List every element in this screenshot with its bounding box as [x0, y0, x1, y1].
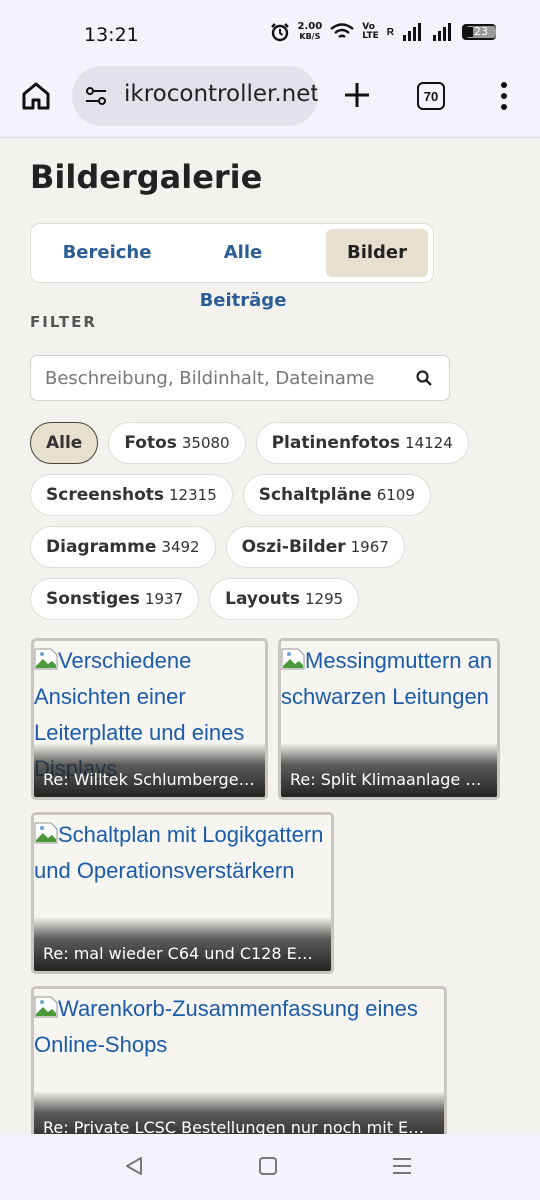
card-caption-text: Re: mal wieder C64 und C128 EX -PROM ...	[43, 944, 321, 963]
recents-lines-icon[interactable]	[390, 1154, 414, 1178]
system-nav-bar	[0, 1134, 540, 1200]
chip-count: 3492	[161, 538, 200, 556]
section-tabs: Bereiche Alle Beiträge Bilder	[30, 223, 434, 311]
chip-label: Platinenfotos	[271, 433, 401, 453]
network-speed-value: 2.00	[297, 21, 323, 32]
battery-level: 23	[466, 26, 496, 38]
image-alt-text: Schaltplan mit Logikgattern und Operatio…	[34, 817, 331, 889]
gallery-card[interactable]: Warenkorb-Zusammenfassung eines Online-S…	[31, 986, 447, 1134]
chip-screenshots[interactable]: Screenshots 12315	[30, 474, 233, 516]
chip-label: Schaltpläne	[258, 485, 372, 505]
battery-icon: 23	[462, 24, 496, 40]
filter-chips: Alle Fotos 35080 Platinenfotos 14124 Scree…	[30, 422, 510, 620]
url-bar[interactable]: ikrocontroller.net	[72, 66, 318, 126]
chip-layouts[interactable]: Layouts 1295	[209, 578, 360, 620]
chip-label: Diagramme	[46, 537, 157, 557]
chip-label: Layouts	[225, 589, 300, 609]
search-field	[30, 355, 450, 401]
card-caption: Re: Willtek Schlumberger Stabilock 4032 …	[34, 743, 265, 797]
chip-oszi-bilder[interactable]: Oszi-Bilder 1967	[225, 526, 405, 568]
chip-alle[interactable]: Alle	[30, 422, 99, 464]
network-speed-unit: KB/S	[299, 32, 321, 41]
signal-icon-2	[433, 23, 451, 41]
card-caption: Re: Split Klimaanlage von ...	[281, 743, 497, 797]
chip-label: Sonstiges	[46, 589, 140, 609]
chip-label: Alle	[46, 433, 83, 453]
broken-image-icon	[34, 822, 58, 844]
card-caption-text: Re: Split Klimaanlage von ...	[290, 770, 487, 789]
page-title: Bildergalerie	[30, 158, 263, 196]
status-icons: 2.00 KB/S Vo LTE R 23	[270, 22, 496, 42]
network-speed: 2.00 KB/S	[298, 22, 323, 42]
card-caption-text: Re: Willtek Schlumberger Stabilock 4032 …	[43, 770, 255, 789]
chip-count: 14124	[405, 434, 453, 452]
broken-image-icon	[281, 648, 305, 670]
chip-label: Screenshots	[46, 485, 165, 505]
browser-toolbar: ikrocontroller.net 70	[0, 66, 540, 138]
image-alt-text: Messingmuttern an schwarzen Leitungen	[281, 643, 497, 715]
filter-heading: FILTER	[30, 313, 97, 331]
image-alt-label: Warenkorb-Zusammenfassung eines Online-S…	[34, 996, 418, 1057]
broken-image-icon	[34, 648, 58, 670]
chip-count: 35080	[181, 434, 230, 452]
chip-platinenfotos[interactable]: Platinenfotos 14124	[255, 422, 469, 464]
chip-schaltplaene[interactable]: Schaltpläne 6109	[242, 474, 431, 516]
search-icon[interactable]	[415, 369, 433, 387]
plus-icon[interactable]	[340, 78, 374, 112]
image-alt-label: Schaltplan mit Logikgattern und Operatio…	[34, 822, 324, 883]
wifi-icon	[330, 23, 354, 38]
home-icon[interactable]	[20, 80, 52, 112]
home-square-icon[interactable]	[256, 1154, 280, 1178]
gallery-card[interactable]: Schaltplan mit Logikgattern und Operatio…	[31, 812, 334, 974]
tab-bereiche[interactable]: Bereiche	[41, 229, 173, 277]
gallery-card[interactable]: Verschiedene Ansichten einer Leiterplatt…	[31, 638, 268, 800]
chip-label: Fotos	[124, 433, 177, 453]
chip-sonstiges[interactable]: Sonstiges 1937	[30, 578, 200, 620]
roaming-indicator: R	[386, 26, 394, 38]
alarm-icon	[270, 23, 289, 42]
card-caption: Re: Private LCSC Bestellungen nur noch m…	[34, 1091, 444, 1134]
more-vert-icon[interactable]	[498, 80, 510, 112]
search-input[interactable]	[45, 356, 405, 400]
tab-alle-beitraege[interactable]: Alle Beiträge	[181, 229, 305, 311]
chip-count: 1295	[305, 590, 344, 608]
gallery-card[interactable]: Messingmuttern an schwarzen Leitungen Re…	[278, 638, 500, 800]
page-content: Bildergalerie Bereiche Alle Beiträge Bil…	[0, 138, 540, 1134]
chip-diagramme[interactable]: Diagramme 3492	[30, 526, 216, 568]
broken-image-icon	[34, 996, 58, 1018]
tune-icon[interactable]	[84, 84, 108, 108]
back-triangle-icon[interactable]	[122, 1154, 146, 1178]
card-caption: Re: mal wieder C64 und C128 EX -PROM ...	[34, 917, 331, 971]
card-caption-text: Re: Private LCSC Bestellungen nur noch m…	[43, 1118, 434, 1134]
url-text: ikrocontroller.net	[124, 81, 318, 107]
chip-count: 1937	[144, 590, 184, 608]
tab-switcher-button[interactable]: 70	[417, 82, 445, 110]
image-alt-text: Warenkorb-Zusammenfassung eines Online-S…	[34, 991, 444, 1063]
chip-fotos[interactable]: Fotos 35080	[108, 422, 246, 464]
status-time: 13:21	[84, 24, 139, 46]
status-bar: 13:21 2.00 KB/S Vo LTE R 23	[0, 0, 540, 66]
chip-count: 6109	[376, 486, 415, 504]
volte-indicator: Vo LTE	[362, 23, 379, 41]
volte-bottom: LTE	[362, 31, 379, 41]
chip-label: Oszi-Bilder	[241, 537, 346, 557]
chip-count: 1967	[350, 538, 389, 556]
tab-bilder[interactable]: Bilder	[326, 229, 428, 277]
chip-count: 12315	[169, 486, 217, 504]
signal-icon	[403, 23, 421, 41]
image-alt-label: Messingmuttern an schwarzen Leitungen	[281, 648, 493, 709]
